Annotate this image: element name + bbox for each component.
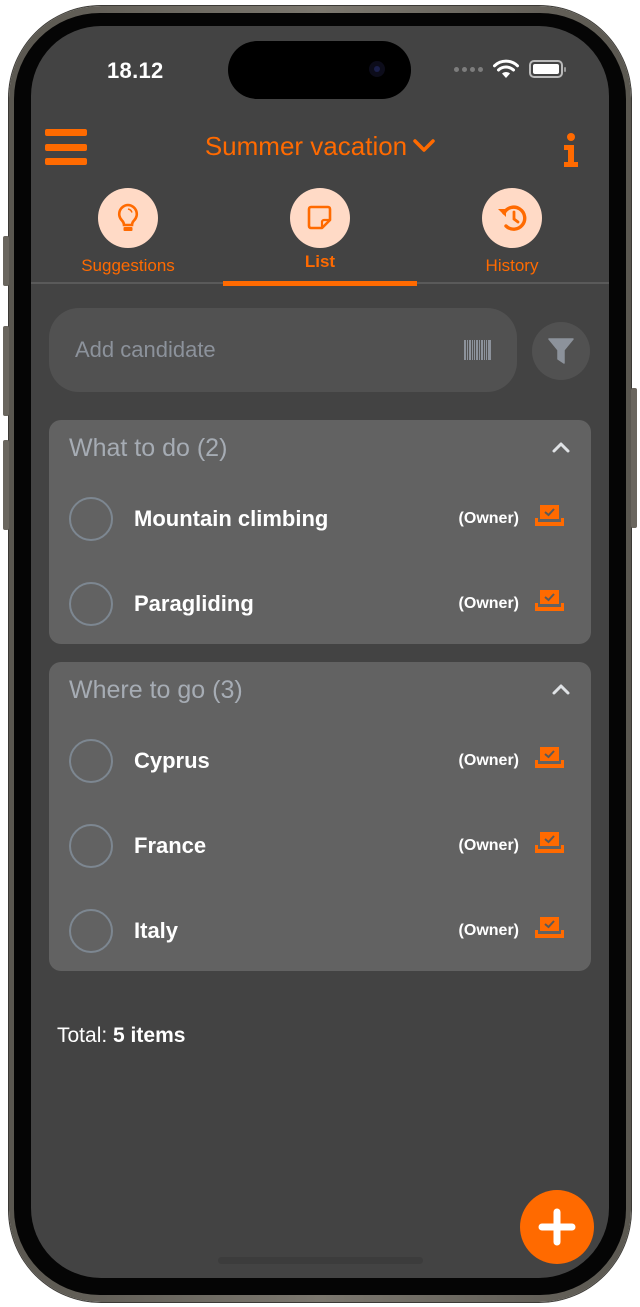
status-icons [454,59,566,79]
filter-icon [548,338,574,364]
app-screen: 18.12 Summer vacation Suggestions List H… [31,26,609,1278]
chevron-up-icon [552,684,570,695]
item-checkbox[interactable] [69,824,113,868]
vote-icon[interactable] [535,832,564,854]
total-label: Total: [57,1024,108,1047]
volume-down-button [3,440,9,530]
list-item[interactable]: France (Owner) [49,805,591,890]
item-checkbox[interactable] [69,582,113,626]
group-header[interactable]: What to do (2) [49,420,591,478]
status-time: 18.12 [107,58,164,83]
item-role: (Owner) [458,510,519,527]
item-name: Mountain climbing [134,506,329,531]
list-item[interactable]: Paragliding (Owner) [49,563,591,648]
group-header[interactable]: Where to go (3) [49,662,591,720]
item-name: Paragliding [134,591,254,616]
item-role: (Owner) [458,837,519,854]
item-checkbox[interactable] [69,739,113,783]
item-name: Cyprus [134,748,210,773]
tab-bar: Suggestions List History [31,186,609,286]
vote-icon[interactable] [535,505,564,527]
list-item[interactable]: Mountain climbing (Owner) [49,478,591,563]
power-button [631,388,637,528]
tab-label: History [485,256,539,275]
list-title: Summer vacation [204,131,408,161]
tab-label: Suggestions [81,256,175,275]
total-summary: Total: 5 items [57,1024,185,1048]
tab-list[interactable]: List [223,186,417,286]
dynamic-island [228,41,411,99]
group-what-to-do: What to do (2) Mountain climbing (Owner)… [49,420,591,644]
vote-icon[interactable] [535,590,564,612]
item-role: (Owner) [458,922,519,939]
chevron-up-icon [552,442,570,453]
info-icon[interactable] [563,133,579,167]
action-button [3,236,9,286]
vote-icon[interactable] [535,917,564,939]
add-item-button[interactable] [520,1190,594,1264]
add-candidate-field [49,308,517,392]
tab-suggestions[interactable]: Suggestions [31,186,225,284]
item-checkbox[interactable] [69,909,113,953]
group-where-to-go: Where to go (3) Cyprus (Owner) France (O… [49,662,591,971]
plus-icon [538,1208,576,1246]
list-item[interactable]: Cyprus (Owner) [49,720,591,805]
app-header: Summer vacation [31,121,609,177]
cellular-signal-icon [454,66,483,72]
item-role: (Owner) [458,752,519,769]
barcode-icon[interactable] [464,340,491,360]
tab-label: List [304,252,336,271]
tab-history[interactable]: History [415,186,609,284]
total-value: 5 items [113,1024,186,1047]
lightbulb-icon [117,203,139,231]
battery-icon [529,60,566,78]
wifi-icon [493,59,519,78]
list-item[interactable]: Italy (Owner) [49,890,591,975]
note-icon [307,205,332,230]
chevron-down-icon [413,139,435,152]
item-name: Italy [134,918,179,943]
item-checkbox[interactable] [69,497,113,541]
group-title: Where to go (3) [69,676,243,704]
filter-button[interactable] [532,322,590,380]
history-icon [498,205,527,231]
volume-up-button [3,326,9,416]
group-title: What to do (2) [69,434,228,462]
home-indicator[interactable] [218,1257,423,1264]
item-name: France [134,833,207,858]
list-title-dropdown[interactable]: Summer vacation [31,131,609,162]
add-candidate-input[interactable] [75,308,445,392]
item-role: (Owner) [458,595,519,612]
vote-icon[interactable] [535,747,564,769]
active-tab-indicator [223,281,417,286]
